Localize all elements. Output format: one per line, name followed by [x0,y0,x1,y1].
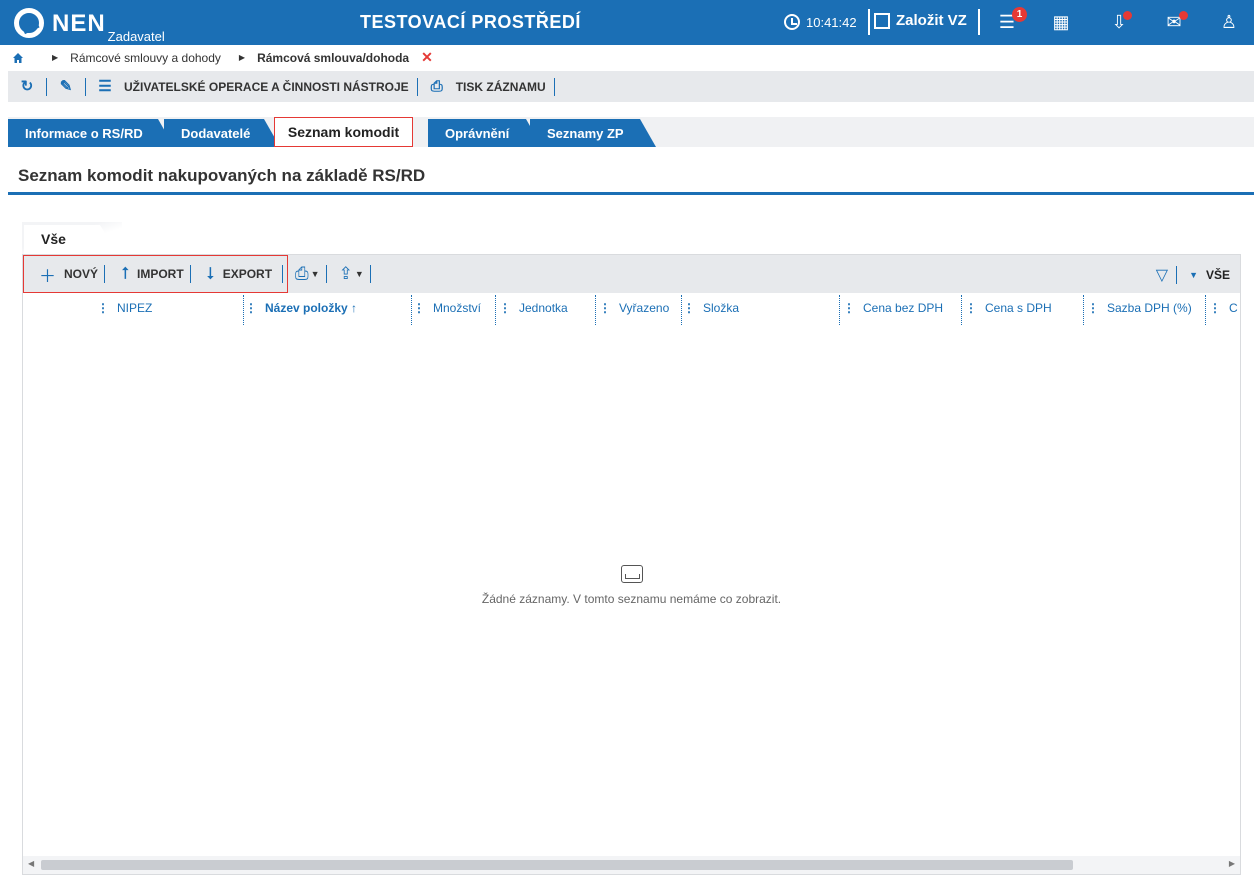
tab-zp-lists[interactable]: Seznamy ZP [530,119,656,147]
column-item-name[interactable]: ⋮ Název položky ↑ [245,301,357,315]
export-button[interactable]: ⭣ EXPORT [191,264,278,284]
column-header-row: ⋮ NIPEZ ⋮ Název položky ↑ ⋮ Množství ⋮ Jedno… [23,293,1240,325]
create-contract-button[interactable]: Založit VZ [874,12,967,29]
calculator-icon[interactable]: ▦ [1050,12,1072,32]
divider [85,77,86,96]
divider [868,9,870,35]
share-icon: ⇪ [338,264,353,283]
subtab-all[interactable]: Vše [24,225,118,254]
download-icon: ⭣ [206,264,215,283]
print-record-button[interactable]: TISK ZÁZNAMU [456,80,546,94]
column-divider [961,295,962,325]
caret-down-icon[interactable]: ▼ [1189,270,1198,280]
print-dropdown-button[interactable]: ⎙ ▼ [283,264,326,284]
chevron-right-icon: ▶ [52,53,59,62]
page-title: Seznam komodit nakupovaných na základě R… [18,166,426,185]
export-label: EXPORT [222,267,273,281]
create-contract-label: Založit VZ [896,12,967,29]
column-vat-rate[interactable]: ⋮ Sazba DPH (%) [1087,301,1192,315]
plus-icon: ＋ [39,266,56,286]
breadcrumb: ▶ Rámcové smlouvy a dohody ▶ Rámcová sml… [0,45,1254,70]
environment-title: TESTOVACÍ PROSTŘEDÍ [360,12,581,32]
close-icon[interactable]: ✕ [421,49,433,66]
pencil-icon[interactable]: ✎ [57,78,75,96]
breadcrumb-item[interactable]: Rámcové smlouvy a dohody [70,51,221,65]
logo-icon [14,8,44,38]
edit-icon [874,12,890,29]
grid-panel: ＋ NOVÝ ⭡ IMPORT ⭣ EXPORT ⎙ ▼ ⇪ ▼ ▽ ▼ VŠE [22,254,1241,875]
notification-badge: 1 [1012,7,1027,22]
column-folder[interactable]: ⋮ Složka [683,301,739,315]
session-clock: 10:41:42 [784,14,857,30]
top-bar: NEN Zadavatel TESTOVACÍ PROSTŘEDÍ 10:41:… [0,0,1254,45]
column-divider [839,295,840,325]
tab-bar: Informace o RS/RD Dodavatelé Seznam komo… [8,117,1254,147]
scrollbar-thumb[interactable] [41,860,1073,870]
user-operations-button[interactable]: UŽIVATELSKÉ OPERACE A ČINNOSTI NÁSTROJE [124,80,409,94]
divider [46,77,47,96]
home-icon[interactable] [12,52,24,64]
upload-icon: ⭡ [121,264,130,283]
chevron-right-icon: ▶ [238,53,246,62]
column-price-with-vat[interactable]: ⋮ Cena s DPH [965,301,1052,315]
column-divider [1205,295,1206,325]
horizontal-scrollbar[interactable]: ◀ ▶ [23,856,1240,874]
column-divider [595,295,596,325]
empty-state: Žádné záznamy. V tomto seznamu nemáme co… [23,565,1240,606]
clock-icon [784,14,800,30]
scroll-left-icon[interactable]: ◀ [28,859,34,868]
grid-filter-controls: ▽ ▼ VŠE [1156,265,1230,285]
user-icon[interactable]: ♙ [1218,12,1240,32]
scroll-right-icon[interactable]: ▶ [1229,859,1235,868]
filter-all-label[interactable]: VŠE [1206,268,1230,282]
tab-suppliers[interactable]: Dodavatelé [164,119,280,147]
column-divider [1083,295,1084,325]
column-more[interactable]: ⋮ C [1209,301,1238,315]
logo-subtitle: Zadavatel [107,29,165,44]
divider [1176,266,1178,284]
divider [416,77,418,96]
divider [553,77,555,96]
inbox-indicator [1123,11,1132,20]
column-nipez[interactable]: ⋮ NIPEZ [97,301,152,315]
column-divider [243,295,244,325]
import-button[interactable]: ⭡ IMPORT [105,264,190,284]
action-bar: ↻ ✎ ☰ UŽIVATELSKÉ OPERACE A ČINNOSTI NÁS… [8,71,1254,102]
column-quantity[interactable]: ⋮ Množství [413,301,481,315]
mail-indicator [1179,11,1188,20]
column-divider [495,295,496,325]
tab-rs-info[interactable]: Informace o RS/RD [8,119,174,147]
new-label: NOVÝ [64,267,99,281]
caret-down-icon: ▼ [310,269,320,279]
caret-down-icon: ▼ [354,269,364,279]
column-divider [681,295,682,325]
filter-icon[interactable]: ▽ [1156,265,1168,285]
tab-permissions[interactable]: Oprávnění [428,119,542,147]
divider [369,265,371,283]
list-icon: ☰ [98,77,112,95]
column-price-without-vat[interactable]: ⋮ Cena bez DPH [843,301,943,315]
divider [978,9,980,35]
nen-logo[interactable]: NEN Zadavatel [14,8,165,44]
column-divider [411,295,412,325]
printer-icon: ⎙ [295,264,309,283]
breadcrumb-current: Rámcová smlouva/dohoda [257,50,410,65]
empty-message: Žádné záznamy. V tomto seznamu nemáme co… [481,592,782,606]
divider [8,192,1254,195]
column-unit[interactable]: ⋮ Jednotka [499,301,568,315]
new-button[interactable]: ＋ NOVÝ [23,262,104,287]
grid-toolbar: ＋ NOVÝ ⭡ IMPORT ⭣ EXPORT ⎙ ▼ ⇪ ▼ ▽ ▼ VŠE [23,255,1240,293]
import-label: IMPORT [137,267,184,281]
logo-text: NEN [52,10,106,37]
inbox-icon [620,565,643,583]
printer-icon: ⎙ [430,77,443,95]
tab-commodities[interactable]: Seznam komodit [274,117,413,147]
share-dropdown-button[interactable]: ⇪ ▼ [327,264,370,284]
refresh-icon[interactable]: ↻ [18,78,36,96]
clock-time: 10:41:42 [806,14,857,30]
column-excluded[interactable]: ⋮ Vyřazeno [599,301,669,315]
